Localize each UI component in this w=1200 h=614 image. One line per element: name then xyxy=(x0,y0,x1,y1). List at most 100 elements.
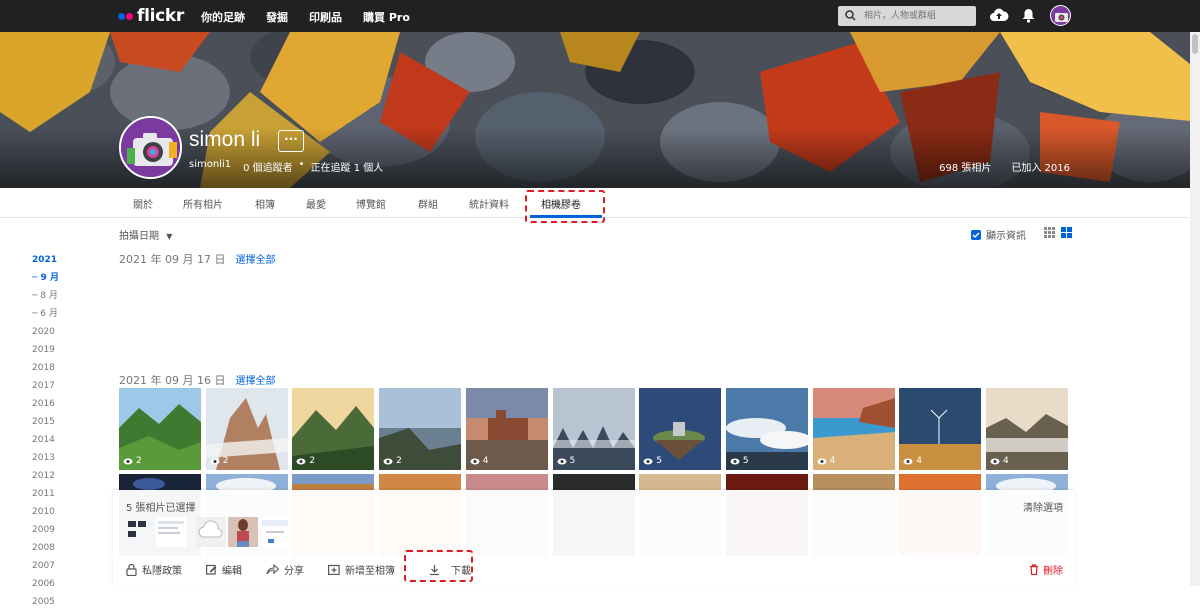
tab-photostream[interactable]: 所有相片 xyxy=(183,196,223,211)
nav-you[interactable]: 你的足跡 xyxy=(201,9,245,25)
show-info-toggle[interactable]: 顯示資訊 xyxy=(971,227,1026,242)
large-grid-icon[interactable] xyxy=(1061,227,1072,238)
tab-albums[interactable]: 相簿 xyxy=(255,196,275,211)
page-scrollbar[interactable] xyxy=(1190,32,1200,586)
profile-more-button[interactable]: ··· xyxy=(278,130,304,152)
photo-count: 698 張相片 xyxy=(939,163,992,174)
timeline-year-item[interactable]: 2013 xyxy=(32,452,59,470)
timeline-year-item[interactable]: 2021 xyxy=(32,254,59,272)
add-to-album-button[interactable]: 新增至相簿 xyxy=(328,562,395,577)
checkbox-checked[interactable] xyxy=(971,229,981,240)
tab-about[interactable]: 關於 xyxy=(133,196,153,211)
view-count-value: 2 xyxy=(309,456,316,466)
selected-thumb xyxy=(126,517,156,547)
timeline-year-item[interactable]: 2007 xyxy=(32,560,59,578)
eye-icon xyxy=(990,458,1000,464)
timeline-year-item[interactable]: 2006 xyxy=(32,578,59,596)
tab-faves[interactable]: 最愛 xyxy=(306,196,326,211)
timeline-year-item[interactable]: 2015 xyxy=(32,416,59,434)
timeline-year-item[interactable]: ─ 8 月 xyxy=(32,290,59,308)
view-count: 5 xyxy=(730,456,749,466)
nav-get-pro[interactable]: 購買 Pro xyxy=(363,9,410,25)
selection-panel: 5 張相片已選擇 清除選項 私隱政策 編輯 分享 新增至相簿 下載 刪除 xyxy=(113,490,1075,586)
tab-groups[interactable]: 群組 xyxy=(418,196,438,211)
photo-thumb[interactable]: 4 xyxy=(812,388,895,470)
delete-button[interactable]: 刪除 xyxy=(1029,562,1063,577)
timeline-year-item[interactable]: 2020 xyxy=(32,326,59,344)
lock-icon xyxy=(126,563,137,576)
timeline-year-item[interactable]: 2014 xyxy=(32,434,59,452)
photo-thumb[interactable]: 2 xyxy=(205,388,288,470)
eye-icon xyxy=(470,458,480,464)
timeline-year-item[interactable]: 2008 xyxy=(32,542,59,560)
select-all-link[interactable]: 選擇全部 xyxy=(235,251,275,267)
following-count[interactable]: 正在追蹤 1 個人 xyxy=(311,159,384,174)
view-count-value: 4 xyxy=(916,456,923,466)
edit-button[interactable]: 編輯 xyxy=(206,562,242,577)
profile-avatar[interactable] xyxy=(119,116,182,179)
photo-thumb[interactable]: 5 xyxy=(552,388,635,470)
thumb-cloud xyxy=(196,517,226,547)
eye-icon xyxy=(817,458,827,464)
photo-thumb[interactable]: 2 xyxy=(379,388,462,470)
timeline-year-item[interactable]: ─ 6 月 xyxy=(32,308,59,326)
photo-thumb[interactable]: 4 xyxy=(986,388,1068,470)
timeline-year-item[interactable]: ─ 9 月 xyxy=(32,272,59,290)
eye-icon xyxy=(903,458,913,464)
clear-selection-link[interactable]: 清除選項 xyxy=(1023,499,1063,514)
user-avatar-small[interactable] xyxy=(1050,5,1071,26)
photo-thumb[interactable]: 4 xyxy=(899,388,982,470)
eye-icon xyxy=(210,458,220,464)
search-box[interactable] xyxy=(838,6,976,26)
upload-cloud-icon[interactable] xyxy=(989,7,1009,23)
scrollbar-thumb[interactable] xyxy=(1192,34,1198,54)
timeline-year-item[interactable]: 2009 xyxy=(32,524,59,542)
view-count-value: 2 xyxy=(136,456,142,466)
search-input[interactable] xyxy=(864,9,970,23)
tab-galleries[interactable]: 博覽館 xyxy=(356,196,386,211)
edit-label: 編輯 xyxy=(222,566,242,577)
timeline-year-item[interactable]: 2010 xyxy=(32,506,59,524)
eye-icon xyxy=(643,458,653,464)
privacy-button[interactable]: 私隱政策 xyxy=(126,562,182,577)
photo-thumb[interactable]: 5 xyxy=(725,388,808,470)
thumb-person xyxy=(228,517,258,547)
nav-explore[interactable]: 發掘 xyxy=(266,9,288,25)
edit-icon xyxy=(206,564,217,575)
followers-count[interactable]: 0 個追蹤者 xyxy=(243,159,293,174)
trash-icon xyxy=(1030,564,1038,575)
nav-prints[interactable]: 印刷品 xyxy=(309,9,342,25)
selected-thumb xyxy=(228,517,258,547)
timeline-year-item[interactable]: 2016 xyxy=(32,398,59,416)
photo-thumb[interactable]: 5 xyxy=(639,388,722,470)
joined-date: 已加入 2016 xyxy=(1011,163,1070,174)
delete-label: 刪除 xyxy=(1043,566,1063,577)
timeline-year-item[interactable]: 2019 xyxy=(32,344,59,362)
view-count: 5 xyxy=(643,456,662,466)
small-grid-icon[interactable] xyxy=(1044,227,1055,238)
date-label: 2021 年 09 月 17 日 xyxy=(119,253,226,266)
view-count: 2 xyxy=(296,456,315,466)
notification-bell-icon[interactable] xyxy=(1022,8,1035,23)
share-button[interactable]: 分享 xyxy=(266,562,304,577)
timeline-year-item[interactable]: 2005 xyxy=(32,596,59,614)
view-count-value: 4 xyxy=(829,456,836,466)
select-all-link[interactable]: 選擇全部 xyxy=(235,372,275,388)
flickr-logo[interactable]: flickr xyxy=(118,6,184,26)
eye-icon xyxy=(557,458,566,464)
timeline-year-item[interactable]: 2018 xyxy=(32,362,59,380)
view-count: 4 xyxy=(470,456,489,466)
view-count: 4 xyxy=(817,456,836,466)
tab-stats[interactable]: 統計資料 xyxy=(469,196,509,211)
highlight-camera-roll xyxy=(525,190,605,223)
photo-thumb[interactable]: 4 xyxy=(465,388,548,470)
date-header: 2021 年 09 月 16 日 選擇全部 xyxy=(119,372,275,388)
show-info-label: 顯示資訊 xyxy=(986,231,1026,242)
photo-thumb[interactable]: 2 xyxy=(292,388,375,470)
timeline-year-item[interactable]: 2017 xyxy=(32,380,59,398)
sort-dropdown[interactable]: 拍攝日期 ▼ xyxy=(119,227,172,242)
photo-thumb[interactable]: 2 xyxy=(119,388,201,470)
timeline-year-item[interactable]: 2011 xyxy=(32,488,59,506)
profile-stats: 698 張相片 已加入 2016 xyxy=(939,159,1070,174)
timeline-year-item[interactable]: 2012 xyxy=(32,470,59,488)
